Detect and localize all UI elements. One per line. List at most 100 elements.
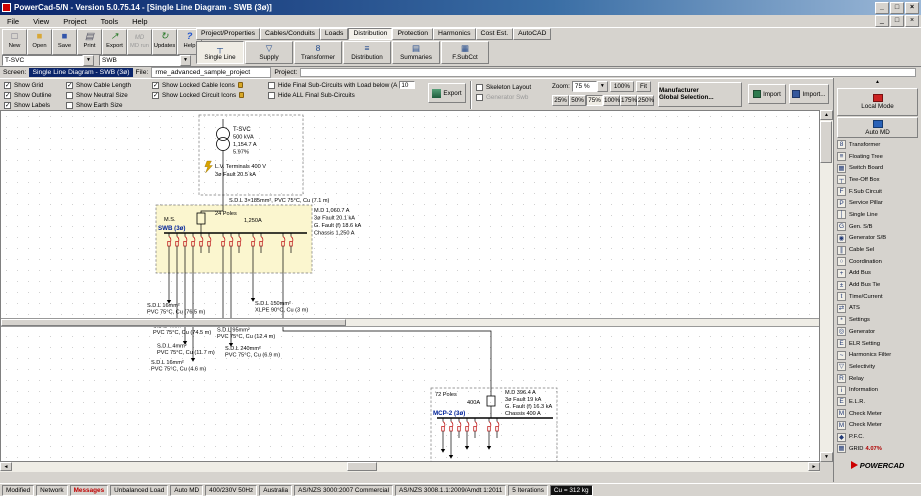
status-segment[interactable]: 400/230V 50Hz [205,484,258,496]
status-segment[interactable]: Network [36,484,68,496]
minimize-button[interactable]: _ [875,1,889,14]
zoom-100-button[interactable]: 100% [609,81,634,92]
checkbox[interactable] [4,101,11,109]
sidebar-tool-button[interactable]: ◎ Generator [835,326,920,338]
horizontal-scrollbar[interactable]: ◄ ► [0,462,820,472]
sidebar-tool-button[interactable]: ≡ Floating Tree [835,151,920,163]
scroll-up-icon[interactable]: ▲ [820,110,833,120]
sidebar-tool-button[interactable]: ◉ Generator S/B [835,233,920,245]
mdi-close-button[interactable]: × [905,15,919,27]
option-row[interactable]: Show Locked Cable Icons [152,80,244,90]
mdi-minimize-button[interactable]: _ [875,15,889,27]
option-row[interactable]: Show Grid [4,80,51,90]
sidebar-tool-button[interactable]: ◆ P.F.C. [835,431,920,443]
sidebar-tool-button[interactable]: 8 Transformer [835,139,920,151]
pane-splitter-scrollbar[interactable] [1,318,819,327]
toolbar-button[interactable]: ■ Open [27,29,52,55]
checkbox[interactable] [152,81,159,89]
view-button[interactable]: 8 Transformer [294,41,342,64]
module-tab[interactable]: AutoCAD [513,28,552,40]
sidebar-tool-button[interactable]: ○ Coordination [835,256,920,268]
view-button[interactable]: ≡ Distribution [343,41,391,64]
checkbox[interactable] [66,101,73,109]
menu-item[interactable]: Help [125,16,154,27]
load-below-input[interactable] [399,81,416,89]
vertical-scrollbar[interactable]: ▲ ▼ [820,110,833,462]
dropdown-arrow-icon[interactable]: ▼ [180,55,191,66]
dropdown-arrow-icon[interactable]: ▼ [596,81,608,92]
local-mode-button[interactable]: Local Mode [837,88,918,116]
sidebar-tool-button[interactable]: G Gen. S/B [835,221,920,233]
scroll-down-icon[interactable]: ▼ [820,452,833,462]
view-button[interactable]: ▦ F.SubCct [441,41,489,64]
option-row[interactable]: Show Neutral Size [66,90,131,100]
zoom-preset-button[interactable]: 250% [637,95,654,106]
status-segment[interactable]: Messages [69,484,109,496]
sidebar-tool-button[interactable]: P Service Pillar [835,197,920,209]
source-selector[interactable]: T-SVC ▼ [2,55,94,66]
sidebar-tool-button[interactable]: ~ Harmonics Filter [835,349,920,361]
dropdown-arrow-icon[interactable]: ▼ [83,55,94,66]
manufacturer-global-selection-button[interactable]: Manufacturer Global Selection... [658,82,742,107]
module-tab[interactable]: Cables/Conduits [260,28,320,40]
toolbar-button[interactable]: ▤ Print [77,29,102,55]
option-row[interactable]: Hide Final Sub-Circuits with Load below … [268,80,416,90]
toolbar-button[interactable]: ↻ Updates [152,29,177,55]
option-row[interactable]: Show Outline [4,90,51,100]
sidebar-tool-button[interactable]: ▦ Switch Board [835,162,920,174]
zoom-select[interactable]: 75 % ▼ [571,81,608,92]
status-segment[interactable]: Modified [2,484,35,496]
toolbar-button[interactable]: □ New [2,29,27,55]
checkbox[interactable] [66,91,73,99]
import-button[interactable]: Import [748,84,786,104]
sidebar-tool-button[interactable]: │ Single Line [835,209,920,221]
status-segment[interactable]: 5 Iterations [508,484,548,496]
menu-item[interactable]: File [0,16,26,27]
sidebar-tool-button[interactable]: R Relay [835,373,920,385]
option-row[interactable]: Show Cable Length [66,80,131,90]
sidebar-tool-button[interactable]: ⇄ ATS [835,303,920,315]
skeleton-layout-option[interactable]: Skeleton Layout [476,82,531,92]
scrollbar-thumb[interactable] [347,462,377,471]
sidebar-tool-button[interactable]: ▽ Selectivity [835,361,920,373]
zoom-preset-button[interactable]: 25% [552,95,569,106]
mdi-restore-button[interactable]: □ [890,15,904,27]
import-dialog-button[interactable]: Import... [789,84,829,104]
diagram-canvas[interactable]: T-SVC 500 kVA 1,154.7 A 5.97% L.V. Termi… [0,110,820,463]
menu-item[interactable]: Tools [94,16,126,27]
scrollbar-thumb[interactable] [1,319,346,326]
checkbox[interactable] [152,91,159,99]
board-selector[interactable]: SWB ▼ [99,55,191,66]
scroll-right-icon[interactable]: ► [808,462,820,471]
option-row[interactable]: Show Labels [4,100,51,110]
status-segment[interactable]: Auto MD [170,484,204,496]
sidebar-tool-button[interactable]: F F.Sub Circuit [835,186,920,198]
sidebar-tool-button[interactable]: E E.L.R. [835,396,920,408]
transformer-symbol[interactable]: T-SVC 500 kVA 1,154.7 A 5.97% L.V. Termi… [198,114,304,205]
sidebar-tool-button[interactable]: E ELR Setting [835,338,920,350]
sidebar-tool-button[interactable]: M Check Meter [835,408,920,420]
checkbox[interactable] [476,83,483,91]
close-button[interactable]: × [905,1,919,14]
checkbox[interactable] [4,81,11,89]
module-tab[interactable]: Protection [392,28,434,40]
module-tab[interactable]: Distribution [348,28,393,40]
zoom-preset-button[interactable]: 75% [586,95,603,106]
module-tab[interactable]: Cost Est. [475,28,514,40]
checkbox[interactable] [268,81,275,89]
checkbox[interactable] [268,91,275,99]
zoom-preset-button[interactable]: 175% [620,95,637,106]
sidebar-tool-button[interactable]: i Information [835,384,920,396]
auto-md-button[interactable]: Auto MD [837,117,918,138]
view-button[interactable]: ▽ Supply [245,41,293,64]
sidebar-tool-button[interactable]: + Add Bus [835,268,920,280]
toolbar-button[interactable]: ■ Save [52,29,77,55]
status-segment[interactable]: AS/NZS 3000:2007 Commercial [294,484,394,496]
sidebar-tool-button[interactable]: ┬ Tee-Off Box [835,174,920,186]
status-segment[interactable]: Unbalanced Load [110,484,169,496]
menu-item[interactable]: View [26,16,56,27]
export-button[interactable]: Export [428,83,466,103]
module-tab[interactable]: Harmonics [433,28,476,40]
screen-value[interactable]: Single Line Diagram - SWB (3ø) [29,68,133,77]
status-segment[interactable]: AS/NZS 3008.1.1:2009/Amdt 1:2011 [395,484,507,496]
